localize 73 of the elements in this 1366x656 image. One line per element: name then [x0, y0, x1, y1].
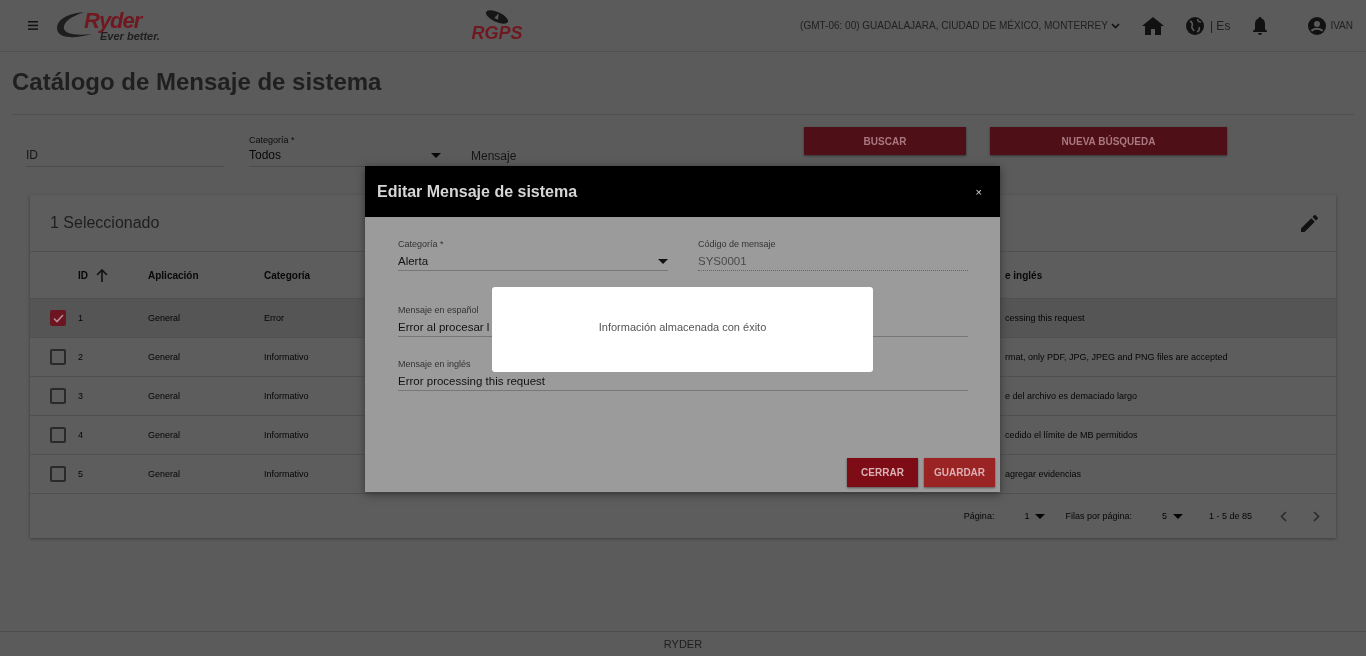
table-cell: 3 [78, 391, 83, 401]
table-cell: General [148, 469, 181, 479]
row-checkbox[interactable] [50, 310, 66, 326]
globe-icon[interactable] [1185, 16, 1204, 35]
column-header[interactable]: e inglés [1005, 269, 1043, 281]
table-cell: Informativo [264, 430, 309, 440]
satellite-dish-icon [484, 9, 510, 24]
category-select[interactable]: Todos [249, 148, 441, 162]
field-label: Mensaje en español [398, 305, 480, 315]
row-checkbox[interactable] [50, 427, 66, 443]
column-header[interactable]: Categoría [264, 269, 311, 281]
field-label: Categoría * [249, 135, 296, 145]
table-cell: Informativo [264, 391, 309, 401]
menu-icon[interactable] [28, 21, 38, 30]
message-field[interactable]: Error processing this request [398, 375, 968, 387]
table-cell: 1 [78, 313, 83, 323]
edit-icon[interactable] [1301, 214, 1318, 232]
field-label: Código de mensaje [698, 239, 777, 249]
row-checkbox[interactable] [50, 349, 66, 365]
dialog-title: Editar Mensaje de sistema [377, 182, 578, 201]
footer-text: RYDER [663, 638, 703, 650]
category-select[interactable]: Alerta [398, 255, 668, 267]
id-field[interactable]: ID [26, 148, 224, 162]
table-cell: 4 [78, 430, 83, 440]
table-cell: agregar evidencias [1005, 469, 1082, 479]
bell-icon[interactable] [1252, 16, 1269, 35]
page-select[interactable]: 1 [1024, 511, 1046, 521]
table-cell: Informativo [264, 469, 309, 479]
sort-arrow-icon[interactable] [96, 268, 108, 282]
field-label: Categoría * [398, 239, 445, 249]
column-header[interactable]: ID [78, 269, 88, 281]
row-checkbox[interactable] [50, 466, 66, 482]
page-title: Catálogo de Mensaje de sistema [12, 52, 1354, 115]
rows-per-page-label: Filas por página: [1065, 511, 1132, 521]
chevron-icon [1110, 22, 1120, 29]
column-header[interactable]: Aplicación [148, 269, 199, 281]
previous-page-icon[interactable] [1280, 510, 1287, 522]
table-cell: cedido el límite de MB permitidos [1005, 430, 1138, 440]
next-page-icon[interactable] [1313, 510, 1320, 522]
row-checkbox[interactable] [50, 388, 66, 404]
selection-count: 1 Seleccionado [50, 214, 160, 232]
table-cell: 5 [78, 469, 83, 479]
table-cell: cessing this request [1005, 313, 1085, 323]
table-cell: General [148, 430, 181, 440]
new-search-button[interactable]: NUEVA BÚSQUEDA [990, 127, 1227, 155]
field-label: Mensaje en inglés [398, 359, 472, 369]
close-button[interactable]: × [975, 185, 982, 198]
language-selector[interactable]: | Es [1209, 18, 1231, 33]
table-cell: General [148, 391, 181, 401]
toast-message: Información almacenada con éxito [598, 320, 767, 333]
home-icon[interactable] [1141, 16, 1164, 35]
caret-icon [658, 258, 668, 264]
search-button[interactable]: BUSCAR [804, 127, 966, 155]
save-button[interactable]: GUARDAR [924, 458, 995, 487]
rows-per-page-select[interactable]: 5 [1161, 511, 1183, 521]
page-label: Página: [963, 511, 995, 521]
app-logo: RGPS [471, 23, 523, 42]
caret-icon [1035, 513, 1046, 519]
brand-logo: Ryder [84, 7, 142, 33]
caret-icon [431, 152, 441, 158]
table-cell: Informativo [264, 352, 309, 362]
code-field: SYS0001 [698, 255, 968, 267]
table-cell: General [148, 352, 181, 362]
caret-icon [1172, 513, 1183, 519]
table-cell: e del archivo es demaciado largo [1005, 391, 1138, 401]
table-cell: rmat, only PDF, JPG, JPEG and PNG files are accepted [1005, 352, 1228, 362]
page-range: 1 - 5 de 85 [1208, 511, 1252, 521]
table-cell: General [148, 313, 181, 323]
table-cell: Error [264, 313, 284, 323]
user-menu[interactable]: IVAN [1308, 16, 1353, 35]
message-field[interactable]: Mensaje [471, 149, 671, 163]
table-cell: 2 [78, 352, 83, 362]
close-button[interactable]: CERRAR [847, 458, 918, 487]
